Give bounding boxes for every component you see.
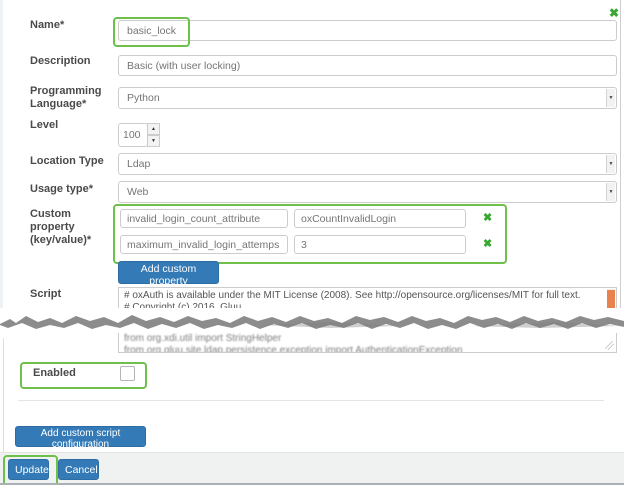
custom-script-form: ✖ Name* Description Programming Language… [0, 0, 624, 485]
script-line: from org.gluu.site.ldap.persistence.exce… [119, 345, 616, 353]
resize-grip-icon[interactable] [605, 341, 614, 350]
torn-paper-divider [0, 308, 624, 334]
custom-property-label: Custom property (key/value)* [30, 208, 116, 247]
spinner-down-icon[interactable]: ▼ [147, 135, 160, 147]
script-line: # oxAuth is available under the MIT Lice… [119, 290, 616, 302]
script-textarea-continued[interactable]: from org.xdi.util import StringHelper fr… [118, 333, 617, 353]
add-custom-script-configuration-button[interactable]: Add custom script configuration [15, 426, 146, 447]
location-type-select[interactable]: Ldap ▼ [118, 153, 617, 175]
cancel-button[interactable]: Cancel [58, 459, 99, 480]
programming-language-value: Python [127, 92, 160, 104]
usage-type-label: Usage type* [30, 183, 116, 196]
remove-property-icon[interactable]: ✖ [483, 213, 492, 224]
programming-language-select[interactable]: Python ▼ [118, 87, 617, 109]
script-textarea[interactable]: # oxAuth is available under the MIT Lice… [118, 287, 617, 310]
remove-property-icon[interactable]: ✖ [483, 239, 492, 250]
level-label: Level [30, 119, 116, 132]
property-value-input[interactable] [294, 235, 466, 254]
script-label: Script [30, 288, 116, 301]
name-input[interactable] [118, 20, 617, 41]
location-type-label: Location Type [30, 155, 116, 168]
add-custom-property-button[interactable]: Add custom property [118, 261, 219, 284]
description-label: Description [30, 55, 116, 68]
enabled-checkbox[interactable] [120, 366, 135, 381]
location-type-value: Ldap [127, 158, 150, 170]
description-input[interactable] [118, 55, 617, 76]
close-icon[interactable]: ✖ [609, 8, 619, 19]
usage-type-select[interactable]: Web ▼ [118, 181, 617, 203]
property-key-input[interactable] [120, 235, 288, 254]
dropdown-arrow-icon[interactable]: ▼ [606, 155, 615, 173]
panel-left-edge [0, 0, 3, 308]
property-value-input[interactable] [294, 209, 466, 228]
usage-type-value: Web [127, 186, 148, 198]
name-label: Name* [30, 19, 116, 32]
dropdown-arrow-icon[interactable]: ▼ [606, 183, 615, 201]
property-key-input[interactable] [120, 209, 288, 228]
update-button[interactable]: Update [8, 459, 49, 480]
programming-language-label: Programming Language* [30, 85, 116, 111]
level-input[interactable] [118, 123, 148, 147]
script-scrollbar-thumb[interactable] [607, 290, 615, 310]
panel-left-edge-lower [3, 338, 4, 452]
panel-right-edge [620, 0, 621, 308]
section-divider [18, 400, 604, 401]
dropdown-arrow-icon[interactable]: ▼ [606, 89, 615, 107]
script-line: from org.xdi.util import StringHelper [119, 333, 616, 345]
spinner-up-icon[interactable]: ▲ [147, 123, 160, 135]
enabled-label: Enabled [33, 367, 103, 380]
